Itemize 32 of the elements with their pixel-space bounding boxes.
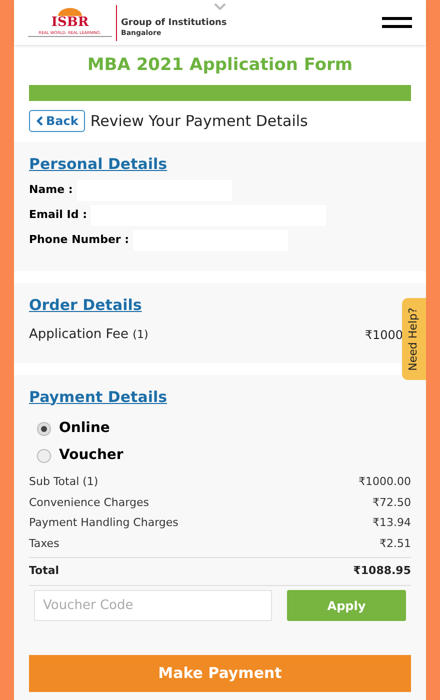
voucher-code-field[interactable]: Voucher Code bbox=[34, 590, 272, 621]
field-label: Email Id : bbox=[29, 206, 87, 223]
charge-label: Sub Total (1) bbox=[29, 474, 98, 490]
charge-label: Payment Handling Charges bbox=[29, 515, 178, 531]
need-help-tab[interactable]: Need Help? bbox=[402, 298, 426, 380]
total-amount: ₹1088.95 bbox=[353, 563, 411, 580]
charge-amount: ₹1000.00 bbox=[358, 474, 411, 490]
radio-button[interactable] bbox=[37, 422, 51, 436]
charge-amount: ₹13.94 bbox=[372, 515, 411, 531]
radio-label: Voucher bbox=[59, 446, 124, 465]
charge-amount: ₹72.50 bbox=[372, 494, 411, 510]
order-item: Application Fee (1) bbox=[29, 326, 148, 344]
section-heading: Order Details bbox=[29, 294, 142, 316]
field-label: Phone Number : bbox=[29, 232, 130, 248]
form-title: MBA 2021 Application Form bbox=[86, 54, 354, 77]
section-heading: Personal Details bbox=[29, 154, 168, 175]
radio-label: Online bbox=[59, 419, 110, 438]
chevron-down-icon bbox=[214, 3, 226, 10]
total-label: Total bbox=[29, 563, 60, 580]
field-label: Name : bbox=[29, 182, 73, 198]
charge-label: Convenience Charges bbox=[29, 494, 149, 510]
charge-amount: ₹2.51 bbox=[380, 536, 411, 552]
back-button[interactable]: Back bbox=[29, 110, 86, 132]
order-amount: ₹1000 bbox=[364, 326, 403, 344]
chevron-left-icon bbox=[36, 116, 43, 126]
sunburst-icon bbox=[55, 8, 85, 16]
charge-label: Taxes bbox=[29, 536, 60, 552]
menu-icon[interactable] bbox=[382, 17, 412, 28]
radio-button[interactable] bbox=[37, 448, 51, 462]
org-name: Group of Institutions bbox=[121, 18, 227, 28]
section-heading: Payment Details bbox=[29, 386, 168, 408]
page-heading: Review Your Payment Details bbox=[90, 110, 308, 132]
